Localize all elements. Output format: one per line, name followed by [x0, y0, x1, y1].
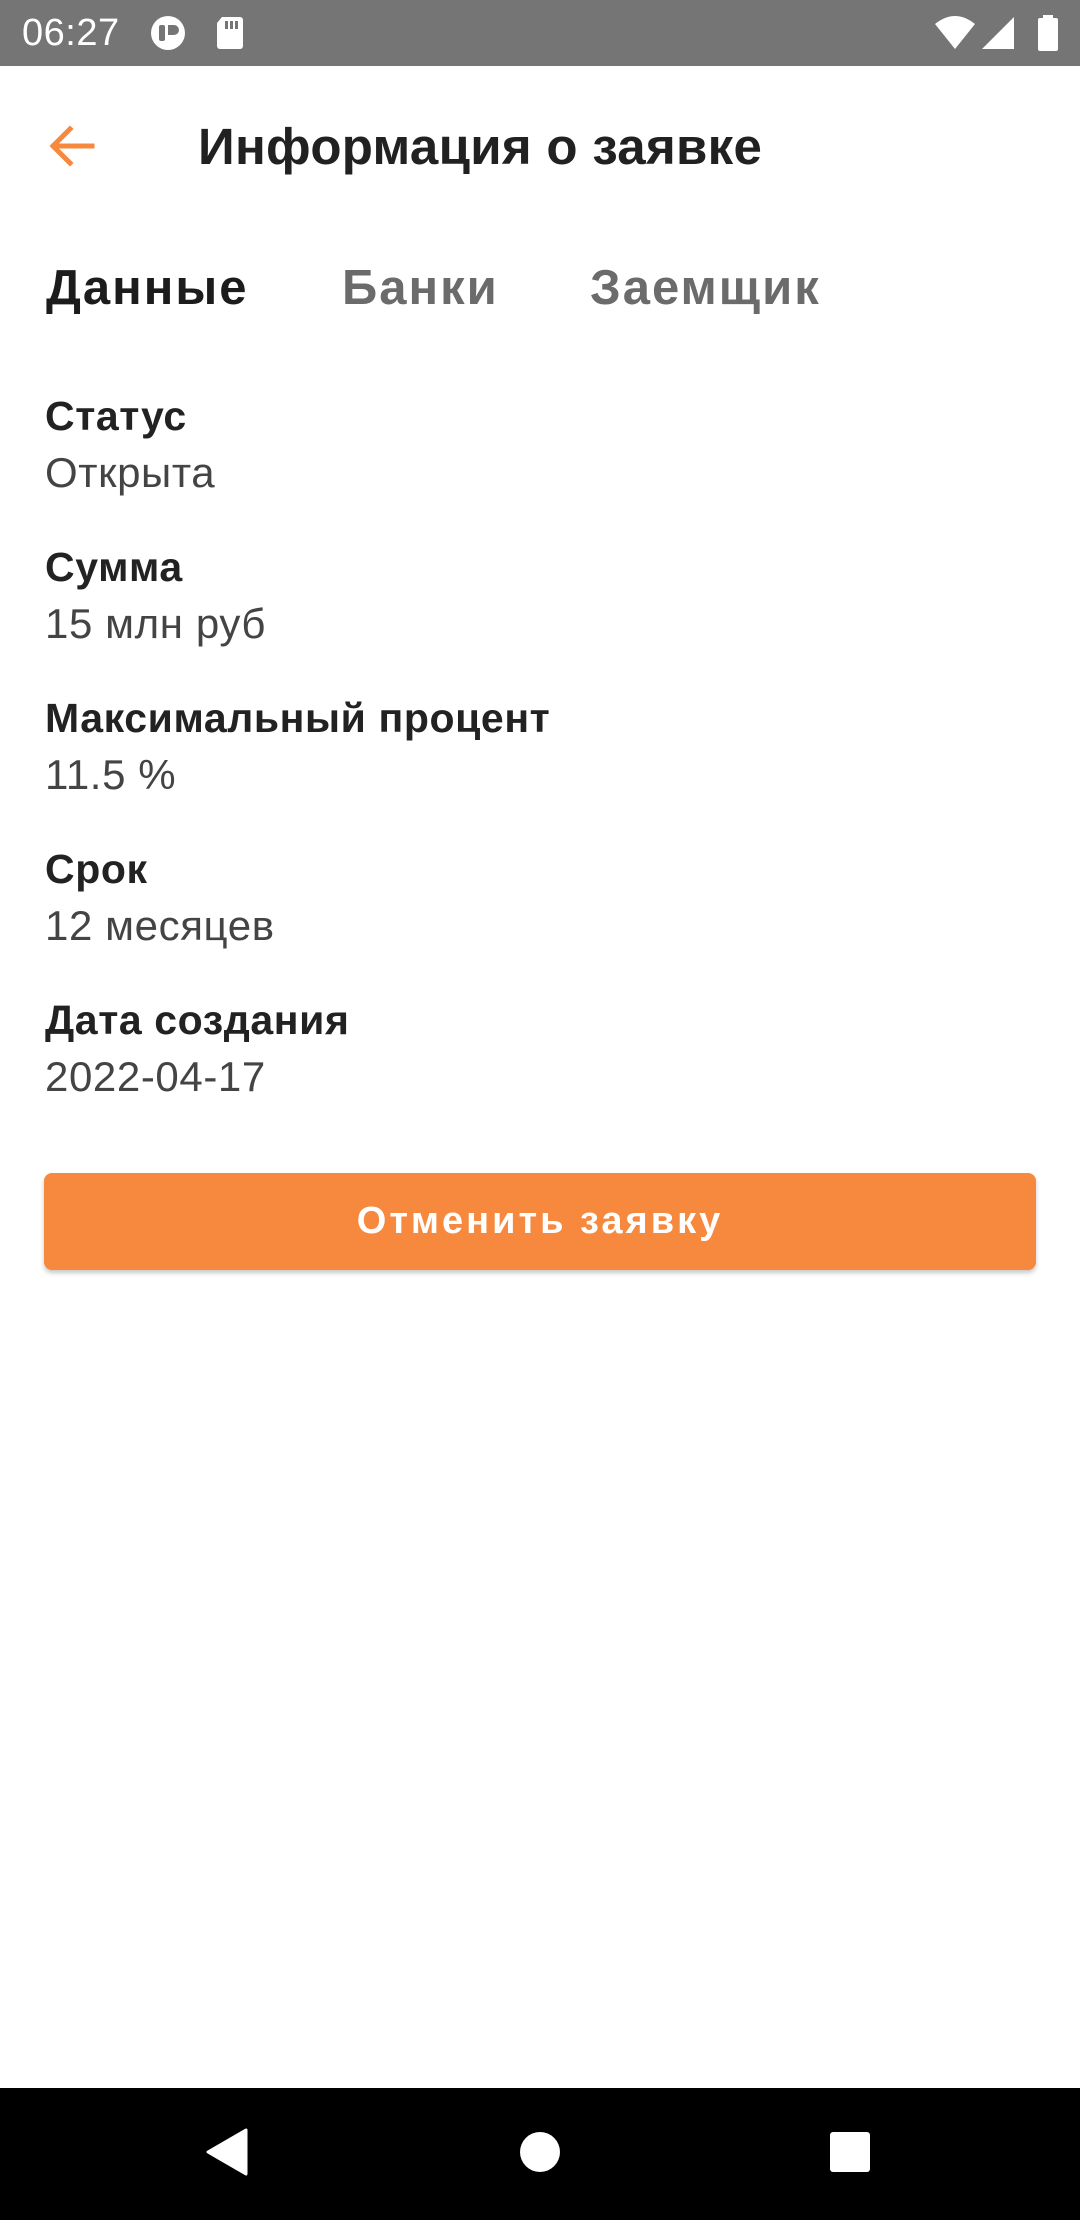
tab-banks[interactable]: Банки	[342, 256, 499, 320]
navigation-bar	[0, 2088, 1080, 2220]
sd-card-icon	[214, 14, 246, 52]
amount-field: Сумма 15 млн руб	[45, 539, 1035, 690]
field-value: 2022-04-17	[45, 1053, 266, 1100]
cancel-application-button[interactable]: Отменить заявку	[44, 1173, 1036, 1270]
created-date-field: Дата создания 2022-04-17	[45, 992, 1035, 1143]
field-label: Максимальный процент	[45, 695, 551, 741]
back-button[interactable]	[30, 106, 114, 190]
tab-borrower[interactable]: Заемщик	[590, 256, 821, 320]
recents-square-icon	[828, 2130, 872, 2179]
term-field: Срок 12 месяцев	[45, 841, 1035, 992]
status-field: Статус Открыта	[45, 388, 1035, 539]
field-label: Сумма	[45, 544, 183, 590]
app-bar: Информация о заявке	[0, 66, 1080, 226]
back-triangle-icon	[202, 2126, 250, 2183]
arrow-left-icon	[48, 124, 96, 173]
page-title: Информация о заявке	[198, 118, 763, 175]
nav-home-button[interactable]	[504, 2118, 576, 2190]
field-value: 12 месяцев	[45, 902, 275, 949]
tab-data[interactable]: Данные	[46, 256, 248, 320]
field-value: 15 млн руб	[45, 600, 267, 647]
wifi-icon	[934, 14, 976, 52]
max-rate-field: Максимальный процент 11.5 %	[45, 690, 1035, 841]
field-value: 11.5 %	[45, 751, 177, 798]
field-value: Открыта	[45, 449, 216, 496]
tab-bar: Данные Банки Заемщик	[0, 246, 1080, 330]
status-time: 06:27	[22, 12, 120, 54]
notification-app-icon	[148, 14, 188, 52]
field-label: Срок	[45, 846, 148, 892]
application-details: Статус Открыта Сумма 15 млн руб Максимал…	[45, 388, 1035, 1143]
nav-back-button[interactable]	[190, 2118, 262, 2190]
status-bar: 06:27	[0, 0, 1080, 66]
home-circle-icon	[518, 2130, 562, 2179]
signal-icon	[980, 14, 1016, 52]
field-label: Статус	[45, 393, 187, 439]
nav-recents-button[interactable]	[814, 2118, 886, 2190]
field-label: Дата создания	[45, 997, 350, 1043]
battery-icon	[1036, 14, 1060, 52]
